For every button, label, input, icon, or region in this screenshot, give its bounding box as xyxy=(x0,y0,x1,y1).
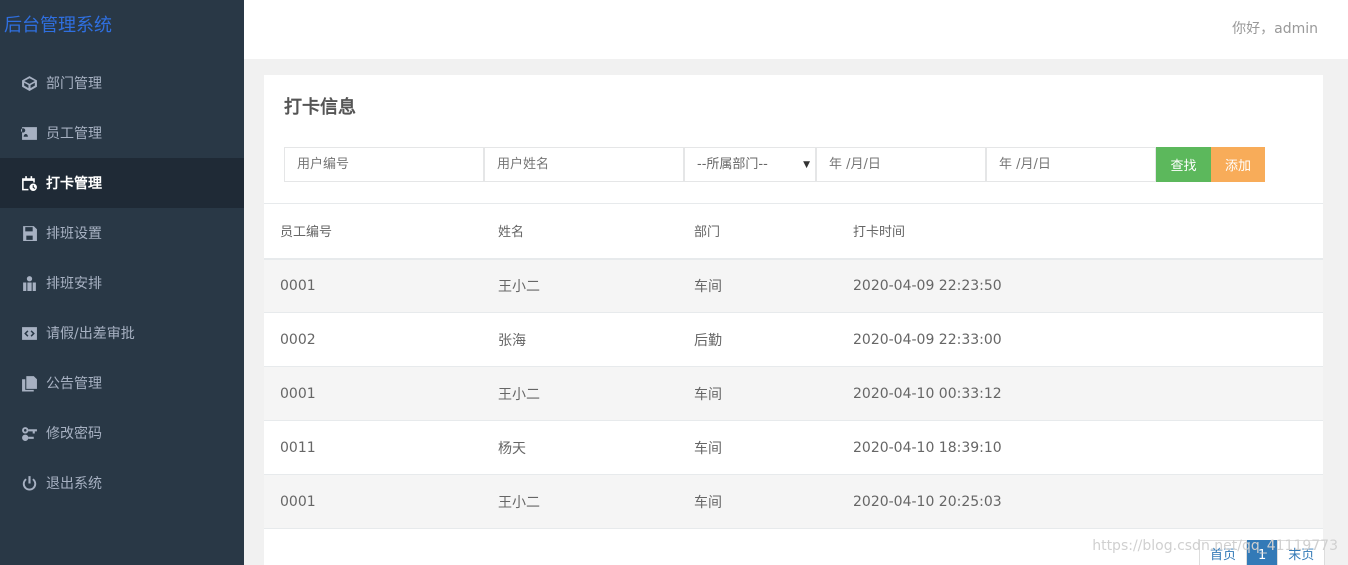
cell-employee-id: 0002 xyxy=(264,312,498,367)
search-button[interactable]: 查找 xyxy=(1156,147,1211,182)
top-bar: 你好，admin xyxy=(244,0,1348,59)
cell-clock-time: 2020-04-09 22:33:00 xyxy=(853,312,1323,367)
table-row[interactable]: 0001 王小二 车间 2020-04-10 20:25:03 xyxy=(264,474,1323,529)
sidebar-item-logout[interactable]: 退出系统 xyxy=(0,458,244,508)
sidebar-nav: 部门管理 员工管理 打卡管理 排班设置 排班安排 请假/出差审批 公告管理 修改… xyxy=(0,52,244,508)
save-icon xyxy=(20,224,38,242)
sidebar-item-employees[interactable]: 员工管理 xyxy=(0,108,244,158)
sidebar-item-departments[interactable]: 部门管理 xyxy=(0,58,244,108)
cube-icon xyxy=(20,74,38,92)
start-date-input[interactable] xyxy=(816,147,986,182)
sidebar-item-label: 排班安排 xyxy=(46,276,102,292)
cell-employee-id: 0001 xyxy=(264,366,498,421)
files-icon xyxy=(20,374,38,392)
cell-name: 王小二 xyxy=(498,474,694,529)
cell-employee-id: 0001 xyxy=(264,258,498,313)
cell-clock-time: 2020-04-09 22:23:50 xyxy=(853,258,1323,313)
cell-employee-id: 0011 xyxy=(264,420,498,475)
employee-id-input[interactable] xyxy=(284,147,484,182)
clock-calendar-icon xyxy=(20,174,38,192)
sidebar-item-attendance[interactable]: 打卡管理 xyxy=(0,158,244,208)
sidebar-item-label: 修改密码 xyxy=(46,426,102,442)
cell-clock-time: 2020-04-10 00:33:12 xyxy=(853,366,1323,421)
attendance-panel: 打卡信息 --所属部门-- ▼ 查找 添加 员工编号 姓名 部门 打卡时间 00… xyxy=(264,75,1323,565)
column-header-clock-time[interactable]: 打卡时间 xyxy=(853,203,1323,260)
watermark: https://blog.csdn.net/qq_41119773 xyxy=(1092,538,1338,554)
add-button[interactable]: 添加 xyxy=(1211,147,1265,182)
page-title: 打卡信息 xyxy=(284,97,356,118)
sidebar-item-label: 打卡管理 xyxy=(46,176,102,192)
user-greeting[interactable]: 你好，admin xyxy=(1232,18,1318,38)
cell-department: 车间 xyxy=(694,474,853,529)
department-select[interactable]: --所属部门-- xyxy=(684,147,816,182)
power-icon xyxy=(20,474,38,492)
attendance-table: 员工编号 姓名 部门 打卡时间 0001 王小二 车间 2020-04-09 2… xyxy=(264,203,1323,529)
sidebar-item-shift-settings[interactable]: 排班设置 xyxy=(0,208,244,258)
table-row[interactable]: 0001 王小二 车间 2020-04-10 00:33:12 xyxy=(264,366,1323,421)
sidebar-item-change-password[interactable]: 修改密码 xyxy=(0,408,244,458)
cell-name: 张海 xyxy=(498,312,694,367)
app-brand[interactable]: 后台管理系统 xyxy=(0,0,244,52)
sidebar-item-shift-schedule[interactable]: 排班安排 xyxy=(0,258,244,308)
sidebar-item-label: 员工管理 xyxy=(46,126,102,142)
cell-clock-time: 2020-04-10 20:25:03 xyxy=(853,474,1323,529)
department-select-wrap: --所属部门-- ▼ xyxy=(684,147,816,183)
employee-name-input[interactable] xyxy=(484,147,684,182)
id-card-icon xyxy=(20,124,38,142)
table-row[interactable]: 0002 张海 后勤 2020-04-09 22:33:00 xyxy=(264,312,1323,367)
sidebar: 后台管理系统 部门管理 员工管理 打卡管理 排班设置 排班安排 请假/出差审批 … xyxy=(0,0,244,565)
sidebar-item-label: 排班设置 xyxy=(46,226,102,242)
cell-department: 车间 xyxy=(694,420,853,475)
end-date-input[interactable] xyxy=(986,147,1156,182)
sidebar-item-announcements[interactable]: 公告管理 xyxy=(0,358,244,408)
filter-bar: --所属部门-- ▼ 查找 添加 xyxy=(284,147,1265,183)
column-header-department[interactable]: 部门 xyxy=(694,203,853,260)
cell-clock-time: 2020-04-10 18:39:10 xyxy=(853,420,1323,475)
user-shift-icon xyxy=(20,274,38,292)
sidebar-item-label: 请假/出差审批 xyxy=(46,326,135,342)
key-icon xyxy=(20,424,38,442)
cell-name: 杨天 xyxy=(498,420,694,475)
cell-department: 车间 xyxy=(694,366,853,421)
table-header-row: 员工编号 姓名 部门 打卡时间 xyxy=(264,203,1323,260)
cell-department: 后勤 xyxy=(694,312,853,367)
sidebar-item-label: 公告管理 xyxy=(46,376,102,392)
cell-department: 车间 xyxy=(694,258,853,313)
sidebar-item-leave-approval[interactable]: 请假/出差审批 xyxy=(0,308,244,358)
code-icon xyxy=(20,324,38,342)
column-header-name[interactable]: 姓名 xyxy=(498,203,694,260)
cell-name: 王小二 xyxy=(498,366,694,421)
cell-name: 王小二 xyxy=(498,258,694,313)
cell-employee-id: 0001 xyxy=(264,474,498,529)
table-row[interactable]: 0001 王小二 车间 2020-04-09 22:23:50 xyxy=(264,258,1323,313)
sidebar-item-label: 退出系统 xyxy=(46,476,102,492)
sidebar-item-label: 部门管理 xyxy=(46,76,102,92)
column-header-employee-id[interactable]: 员工编号 xyxy=(264,203,498,260)
table-row[interactable]: 0011 杨天 车间 2020-04-10 18:39:10 xyxy=(264,420,1323,475)
